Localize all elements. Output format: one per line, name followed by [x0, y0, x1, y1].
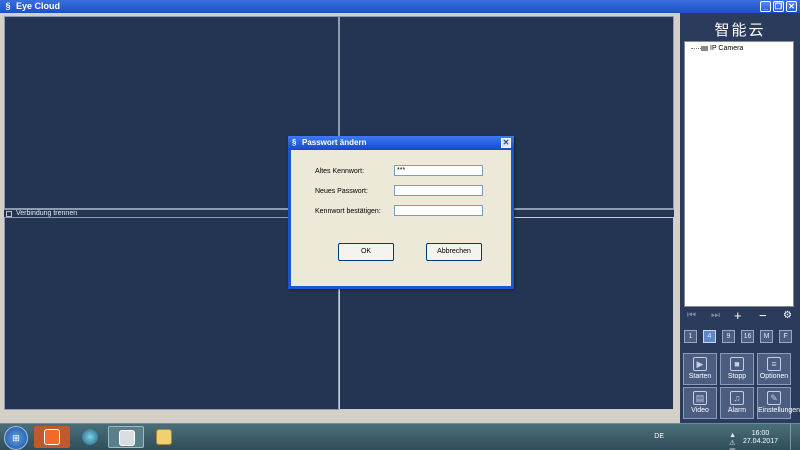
change-password-dialog: § Passwort ändern ✕ Altes Kennwort: Neue… [288, 136, 514, 289]
old-password-label: Altes Kennwort: [315, 168, 365, 175]
tools-icon: ✎ [767, 391, 781, 405]
clock-time: 16:00 [751, 430, 770, 437]
old-password-field[interactable] [394, 165, 483, 176]
windows-logo-icon: ⊞ [12, 433, 20, 443]
video-icon: ▤ [693, 391, 707, 405]
bell-icon: ♫ [730, 391, 744, 405]
window-title: Eye Cloud [16, 1, 61, 11]
close-button[interactable]: ✕ [786, 1, 797, 12]
taskbar: ⊞ DE ▲ ⚠ ▣ ▂ ◄ 16:00 27.04.2017 [0, 423, 800, 450]
dialog-title-bar[interactable]: § Passwort ändern ✕ [288, 136, 514, 150]
layout-1-button[interactable]: 1 [684, 330, 697, 343]
control-panel: 智能云 IP Camera ⏮ ⏭ + − ⚙ 1 4 9 16 M F ▶ S… [678, 13, 800, 423]
options-icon: ≡ [767, 357, 781, 371]
tree-nav-bar: ⏮ ⏭ + − ⚙ [684, 309, 796, 323]
remove-icon[interactable]: − [759, 309, 767, 323]
confirm-password-label: Kennwort bestätigen: [315, 208, 381, 215]
minimize-button[interactable]: _ [760, 1, 771, 12]
layout-16-button[interactable]: 16 [741, 330, 754, 343]
taskbar-app-2[interactable] [72, 426, 108, 448]
dialog-title: Passwort ändern [302, 138, 367, 147]
tree-item-ip-camera[interactable]: IP Camera [691, 45, 743, 52]
tray-icons: ▲ ⚠ ▣ ▂ ◄ [729, 432, 738, 450]
video-button[interactable]: ▤ Video [683, 387, 717, 419]
taskbar-app-1[interactable] [34, 426, 70, 448]
show-desktop-button[interactable] [790, 424, 800, 450]
device-tree[interactable]: IP Camera [684, 41, 794, 307]
options-button[interactable]: ≡ Optionen [757, 353, 791, 385]
restore-button[interactable]: ❐ [773, 1, 784, 12]
alarm-label: Alarm [727, 407, 747, 414]
app-logo-icon: § [5, 1, 11, 11]
app-logo-icon: § [292, 138, 297, 147]
clock-date: 27.04.2017 [742, 438, 778, 445]
brand-logo: 智能云 [714, 21, 766, 39]
dialog-close-button[interactable]: ✕ [501, 138, 511, 148]
stop-label: Stopp [727, 373, 747, 380]
media-app-icon [44, 429, 60, 445]
start-label: Starten [688, 373, 712, 380]
language-indicator[interactable]: DE [654, 433, 664, 440]
options-label: Optionen [759, 373, 789, 380]
confirm-password-field[interactable] [394, 205, 483, 216]
start-icon: ▶ [693, 357, 707, 371]
layout-9-button[interactable]: 9 [722, 330, 735, 343]
layout-selector: 1 4 9 16 M F [684, 330, 796, 344]
last-icon[interactable]: ⏭ [711, 309, 720, 323]
folder-icon [156, 429, 172, 445]
camera-icon [701, 45, 708, 51]
start-button[interactable]: ▶ Starten [683, 353, 717, 385]
cancel-button[interactable]: Abbrechen [426, 243, 482, 261]
title-bar: § Eye Cloud _ ❐ ✕ [0, 0, 800, 13]
tree-item-label: IP Camera [710, 45, 744, 52]
globe-app-icon [82, 429, 98, 445]
settings-label: Einstellungen [758, 407, 800, 414]
add-icon[interactable]: + [734, 309, 742, 323]
layout-m-button[interactable]: M [760, 330, 773, 343]
settings-button[interactable]: ✎ Einstellungen [757, 387, 800, 419]
camera-app-icon [119, 430, 135, 446]
settings-icon[interactable]: ⚙ [783, 309, 792, 323]
start-button[interactable]: ⊞ [4, 426, 28, 450]
alarm-button[interactable]: ♫ Alarm [720, 387, 754, 419]
tree-connector [691, 47, 701, 49]
ok-button[interactable]: OK [338, 243, 394, 261]
first-icon[interactable]: ⏮ [687, 309, 696, 323]
taskbar-app-explorer[interactable] [146, 426, 182, 448]
taskbar-app-eyecloud[interactable] [108, 426, 144, 448]
clock[interactable]: 16:00 27.04.2017 [743, 430, 778, 446]
layout-f-button[interactable]: F [779, 330, 792, 343]
new-password-label: Neues Passwort: [315, 188, 368, 195]
layout-4-button[interactable]: 4 [703, 330, 716, 343]
new-password-field[interactable] [394, 185, 483, 196]
video-label: Video [691, 407, 709, 414]
stop-button[interactable]: ■ Stopp [720, 353, 754, 385]
stop-icon: ■ [730, 357, 744, 371]
